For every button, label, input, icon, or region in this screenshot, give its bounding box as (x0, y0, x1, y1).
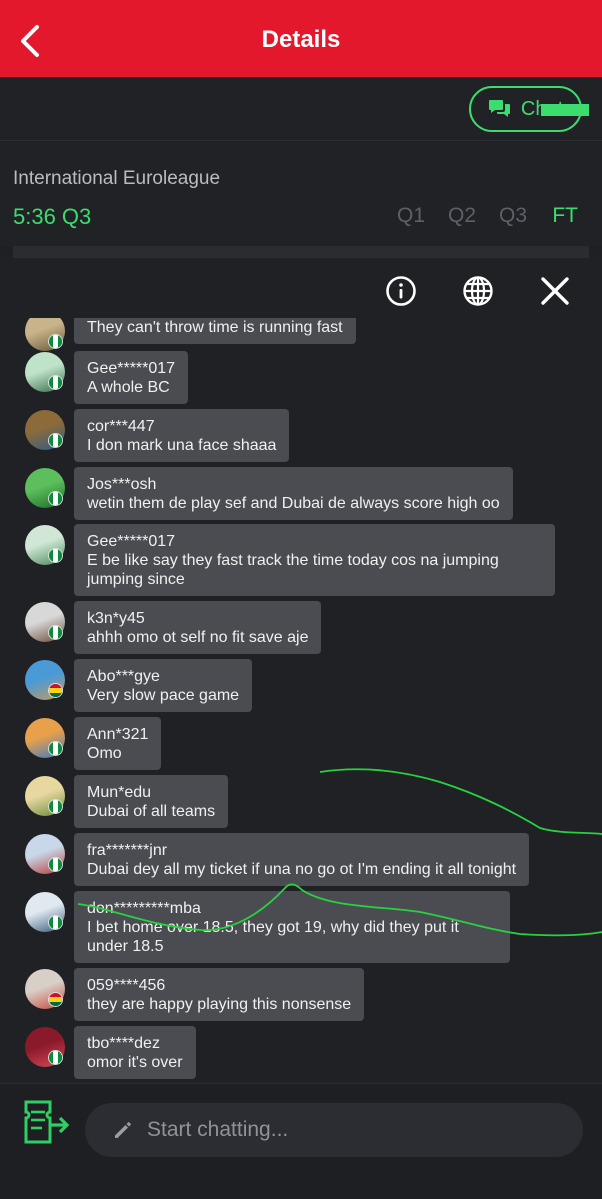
close-icon (541, 277, 569, 305)
chat-input-placeholder: Start chatting... (147, 1118, 289, 1141)
message-username: cor***447 (87, 418, 155, 435)
app-header: Details (0, 0, 602, 77)
message-bubble: Abo***gye Very slow pace game (74, 659, 253, 712)
message-bubble: 059****456 they are happy playing this no… (74, 968, 365, 1021)
share-ticket-button[interactable] (20, 1098, 72, 1148)
quarter-q1: Q1 (396, 204, 425, 227)
nigeria-flag-icon (48, 433, 63, 448)
message-bubble: cor***447 I don mark una face shaaa (74, 409, 290, 462)
message-bubble: don*********mba I bet home over 18.5, the… (74, 891, 510, 963)
nigeria-flag-icon (48, 915, 63, 930)
message-bubble: Mun*edu Dubai of all teams (74, 775, 229, 828)
message-bubble: k3n*y45 ahhh omo ot self no fit save aje (74, 601, 322, 654)
quarter-headers: Q1 Q2 Q3 FT (374, 204, 578, 228)
nigeria-flag-icon (48, 857, 63, 872)
nigeria-flag-icon (48, 741, 63, 756)
message-bubble: fra*******jnr Dubai dey all my ticket if … (74, 833, 530, 886)
league-name: International Euroleague (13, 168, 221, 189)
message-username: fra*******jnr (87, 842, 168, 859)
message-username: Ann*321 (87, 726, 149, 743)
message-bubble: tbo****dez omor it's over (74, 1026, 196, 1079)
nigeria-flag-icon (48, 375, 63, 390)
ghana-flag-icon (48, 683, 63, 698)
message-bubble: Jos***osh wetin them de play sef and Duba… (74, 467, 513, 520)
message-bubble: Gee*****017 A whole BC (74, 351, 189, 404)
match-clock: 5:36 Q3 (13, 204, 92, 229)
score-strip (13, 246, 589, 258)
message-text: E be like say they fast track the time t… (87, 552, 499, 588)
nigeria-flag-icon (48, 491, 63, 506)
pencil-icon (115, 1122, 131, 1138)
message-username: tbo****dez (87, 1035, 160, 1052)
info-button[interactable] (384, 274, 418, 308)
close-chat-button[interactable] (538, 274, 572, 308)
message-bubble: Ann*321 Omo (74, 717, 162, 770)
chat-toolbar: Chat (0, 77, 602, 141)
message-text: Omo (87, 745, 122, 762)
message-username: Abo***gye (87, 668, 160, 685)
nigeria-flag-icon (48, 548, 63, 563)
message-username: Jos***osh (87, 476, 157, 493)
message-text: they are happy playing this nonsense (87, 996, 352, 1013)
page-title: Details (261, 26, 341, 53)
message-username: Gee*****017 (87, 360, 176, 377)
ft-indicator (541, 104, 589, 116)
message-bubble: Gee*****017 E be like say they fast track… (74, 524, 555, 596)
message-username: Mun*edu (87, 784, 152, 801)
quarter-q3: Q3 (498, 204, 527, 227)
globe-icon (463, 276, 493, 306)
language-button[interactable] (461, 274, 495, 308)
message-text: Dubai of all teams (87, 803, 216, 820)
nigeria-flag-icon (48, 799, 63, 814)
ticket-share-icon (24, 1100, 70, 1144)
nigeria-flag-icon (48, 334, 63, 349)
message-text: Very slow pace game (87, 687, 240, 704)
match-summary: International Euroleague 5:36 Q3 Q1 Q2 Q… (0, 142, 602, 246)
message-username: don*********mba (87, 900, 201, 917)
message-username: Gee*****017 (87, 533, 176, 550)
quarter-ft: FT (552, 204, 578, 227)
chat-bubbles-icon (488, 100, 510, 117)
chat-panel-toolbar (0, 258, 602, 324)
message-text: wetin them de play sef and Dubai de alwa… (87, 495, 500, 512)
message-username: 059****456 (87, 977, 166, 994)
message-list[interactable]: They can't throw time is running fast Gee… (0, 318, 602, 1083)
nigeria-flag-icon (48, 1050, 63, 1065)
message-bubble: They can't throw time is running fast (74, 318, 356, 344)
info-icon (386, 276, 416, 306)
message-text: They can't throw time is running fast (87, 319, 343, 336)
message-text: I don mark una face shaaa (87, 437, 277, 454)
message-username: k3n*y45 (87, 610, 145, 627)
chat-input[interactable]: Start chatting... (85, 1103, 583, 1157)
nigeria-flag-icon (48, 625, 63, 640)
ghana-flag-icon (48, 992, 63, 1007)
quarter-q2: Q2 (447, 204, 476, 227)
message-text: ahhh omo ot self no fit save aje (87, 629, 309, 646)
message-text: A whole BC (87, 379, 170, 396)
composer-bar: Start chatting... (0, 1083, 602, 1199)
message-text: omor it's over (87, 1054, 183, 1071)
message-text: I bet home over 18.5, they got 19, why d… (87, 919, 459, 955)
message-text: Dubai dey all my ticket if una no go ot … (87, 861, 517, 878)
